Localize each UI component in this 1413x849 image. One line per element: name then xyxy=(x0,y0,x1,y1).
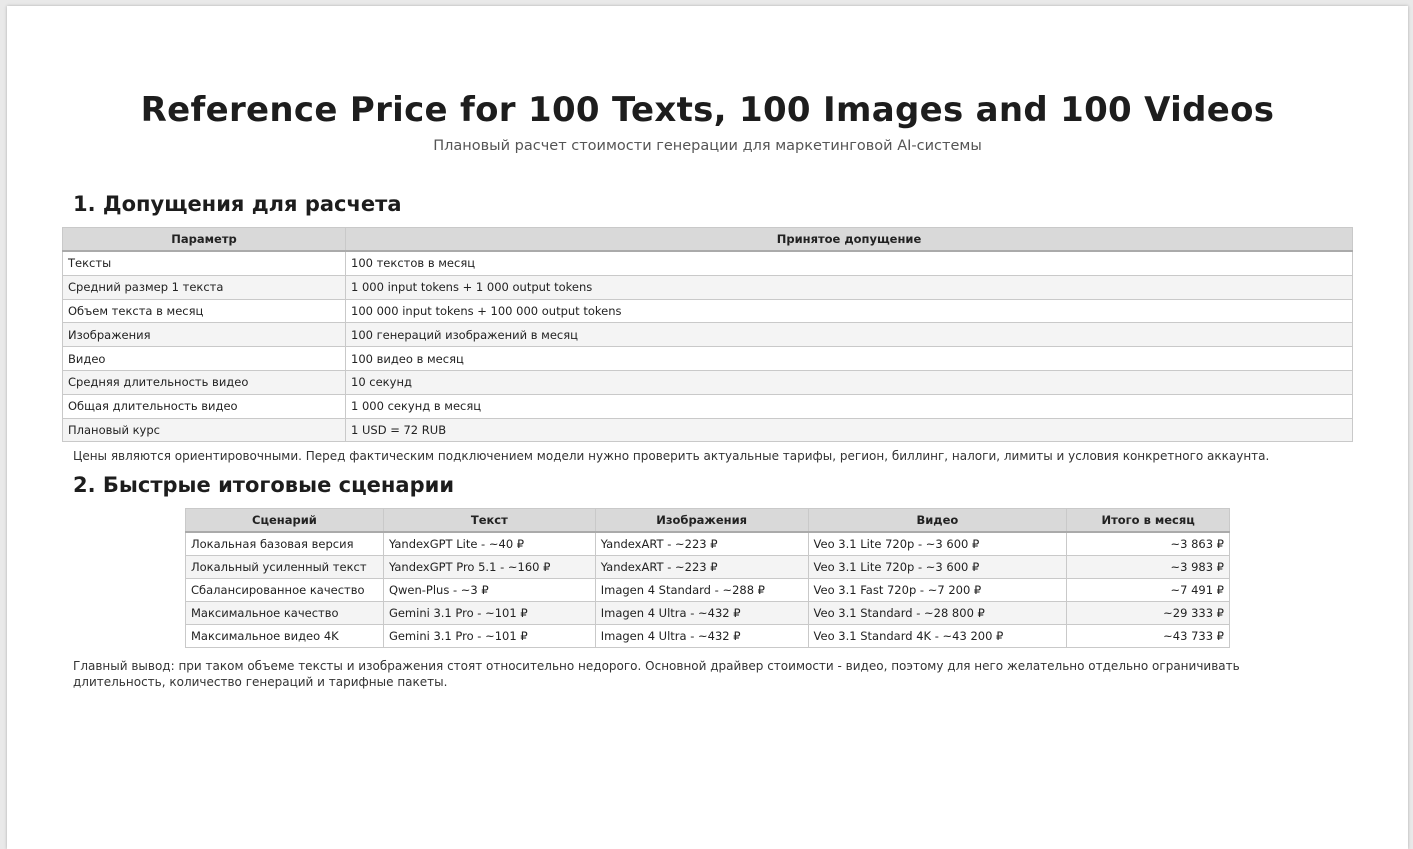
table-row: Общая длительность видео 1 000 секунд в … xyxy=(62,393,1353,419)
text-model-cell: Gemini 3.1 Pro - ~101 ₽ xyxy=(382,624,596,648)
image-model-cell: Imagen 4 Ultra - ~432 ₽ xyxy=(594,601,809,625)
monthly-total-cell: ~43 733 ₽ xyxy=(1066,624,1230,648)
text-model-cell: YandexGPT Pro 5.1 - ~160 ₽ xyxy=(382,555,596,579)
table-row: Видео 100 видео в месяц xyxy=(62,346,1353,371)
column-header-images: Изображения xyxy=(594,508,809,533)
scenario-cell: Максимальное качество xyxy=(185,601,384,625)
parameter-cell: Общая длительность видео xyxy=(62,393,346,419)
column-header-assumption: Принятое допущение xyxy=(345,227,1353,252)
text-model-cell: Gemini 3.1 Pro - ~101 ₽ xyxy=(382,601,596,625)
monthly-total-cell: ~7 491 ₽ xyxy=(1066,578,1230,602)
assumption-cell: 100 000 input tokens + 100 000 output to… xyxy=(345,298,1353,324)
assumption-cell: 100 текстов в месяц xyxy=(345,250,1353,276)
table-row: Максимальное качество Gemini 3.1 Pro - ~… xyxy=(185,601,1230,625)
assumption-cell: 100 видео в месяц xyxy=(345,346,1353,371)
table-row: Средняя длительность видео 10 секунд xyxy=(62,369,1353,395)
assumption-cell: 1 000 input tokens + 1 000 output tokens xyxy=(345,274,1353,300)
page-subtitle: Плановый расчет стоимости генерации для … xyxy=(433,138,982,154)
page-title: Reference Price for 100 Texts, 100 Image… xyxy=(140,90,1275,130)
parameter-cell: Средний размер 1 текста xyxy=(62,274,346,300)
monthly-total-cell: ~29 333 ₽ xyxy=(1066,601,1230,625)
image-model-cell: Imagen 4 Standard - ~288 ₽ xyxy=(594,578,809,602)
table-header-row: Параметр Принятое допущение xyxy=(62,227,1353,252)
table-row: Средний размер 1 текста 1 000 input toke… xyxy=(62,274,1353,300)
assumption-cell: 10 секунд xyxy=(345,369,1353,395)
image-model-cell: Imagen 4 Ultra - ~432 ₽ xyxy=(594,624,809,648)
image-model-cell: YandexART - ~223 ₽ xyxy=(594,555,809,579)
table-row: Объем текста в месяц 100 000 input token… xyxy=(62,298,1353,324)
table-row: Плановый курс 1 USD = 72 RUB xyxy=(62,417,1353,443)
column-header-monthly-total: Итого в месяц xyxy=(1066,508,1230,533)
assumption-cell: 1 USD = 72 RUB xyxy=(345,417,1353,443)
parameter-cell: Средняя длительность видео xyxy=(62,369,346,395)
column-header-text: Текст xyxy=(382,508,596,533)
video-model-cell: Veo 3.1 Fast 720p - ~7 200 ₽ xyxy=(807,578,1068,602)
pricing-disclaimer-note: Цены являются ориентировочными. Перед фа… xyxy=(73,449,1270,463)
parameter-cell: Изображения xyxy=(62,322,346,348)
video-model-cell: Veo 3.1 Standard - ~28 800 ₽ xyxy=(807,601,1068,625)
scenario-cell: Локальный усиленный текст xyxy=(185,555,384,579)
assumption-cell: 1 000 секунд в месяц xyxy=(345,393,1353,419)
video-model-cell: Veo 3.1 Lite 720p - ~3 600 ₽ xyxy=(807,555,1068,579)
table-row: Локальная базовая версия YandexGPT Lite … xyxy=(185,531,1230,556)
text-model-cell: Qwen-Plus - ~3 ₽ xyxy=(382,578,596,602)
table-row: Сбалансированное качество Qwen-Plus - ~3… xyxy=(185,578,1230,602)
table-row: Тексты 100 текстов в месяц xyxy=(62,250,1353,276)
video-model-cell: Veo 3.1 Lite 720p - ~3 600 ₽ xyxy=(807,531,1068,556)
conclusion-note: Главный вывод: при таком объеме тексты и… xyxy=(73,659,1240,689)
table-row: Максимальное видео 4K Gemini 3.1 Pro - ~… xyxy=(185,624,1230,648)
assumption-cell: 100 генераций изображений в месяц xyxy=(345,322,1353,348)
table-row: Изображения 100 генераций изображений в … xyxy=(62,322,1353,348)
image-model-cell: YandexART - ~223 ₽ xyxy=(594,531,809,556)
table-row: Локальный усиленный текст YandexGPT Pro … xyxy=(185,555,1230,579)
monthly-total-cell: ~3 863 ₽ xyxy=(1066,531,1230,556)
assumptions-table: Параметр Принятое допущение Тексты 100 т… xyxy=(62,227,1353,443)
section-heading-assumptions: 1. Допущения для расчета xyxy=(73,192,402,216)
parameter-cell: Плановый курс xyxy=(62,417,346,443)
column-header-scenario: Сценарий xyxy=(185,508,384,533)
scenarios-table: Сценарий Текст Изображения Видео Итого в… xyxy=(185,508,1230,648)
table-header-row: Сценарий Текст Изображения Видео Итого в… xyxy=(185,508,1230,533)
section-heading-scenarios: 2. Быстрые итоговые сценарии xyxy=(73,473,455,497)
scenario-cell: Локальная базовая версия xyxy=(185,531,384,556)
parameter-cell: Тексты xyxy=(62,250,346,276)
monthly-total-cell: ~3 983 ₽ xyxy=(1066,555,1230,579)
column-header-parameter: Параметр xyxy=(62,227,346,252)
text-model-cell: YandexGPT Lite - ~40 ₽ xyxy=(382,531,596,556)
document-page: Reference Price for 100 Texts, 100 Image… xyxy=(7,6,1408,849)
parameter-cell: Видео xyxy=(62,346,346,371)
parameter-cell: Объем текста в месяц xyxy=(62,298,346,324)
scenario-cell: Сбалансированное качество xyxy=(185,578,384,602)
column-header-video: Видео xyxy=(807,508,1068,533)
scenario-cell: Максимальное видео 4K xyxy=(185,624,384,648)
video-model-cell: Veo 3.1 Standard 4K - ~43 200 ₽ xyxy=(807,624,1068,648)
